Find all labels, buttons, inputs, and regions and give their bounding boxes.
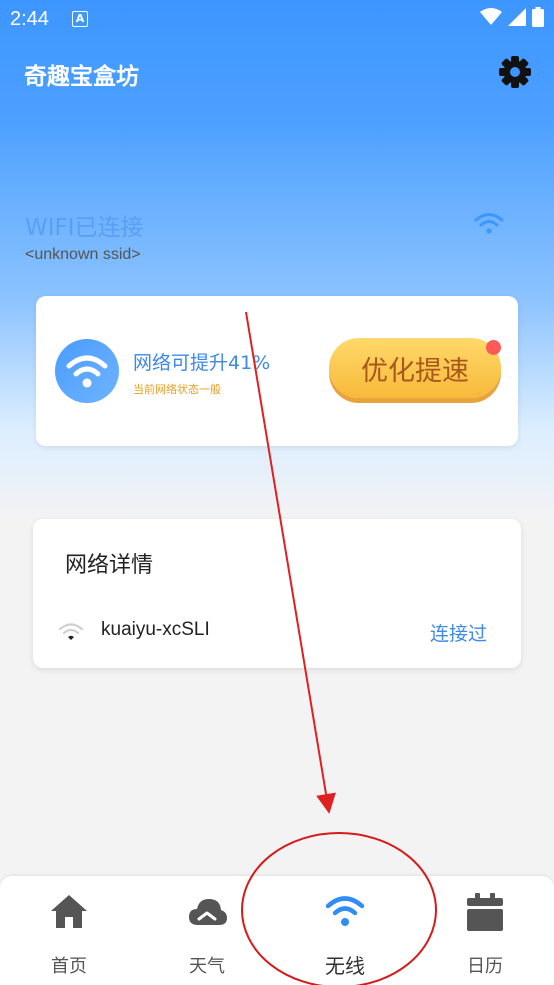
nav-label-wireless: 无线 (325, 954, 365, 978)
nav-label-calendar: 日历 (467, 956, 503, 977)
optimize-speed-button[interactable]: 优化提速 (329, 338, 501, 398)
status-icons (480, 7, 544, 27)
notification-dot (486, 340, 501, 355)
nav-label-home: 首页 (51, 956, 87, 977)
nav-label-weather: 天气 (189, 956, 225, 977)
network-details-title: 网络详情 (65, 553, 154, 578)
status-time: 2:44 (10, 8, 49, 30)
notification-icon: A (72, 11, 88, 27)
wifi-boost-icon (55, 339, 119, 403)
network-list-item[interactable]: kuaiyu-xcSLI 连接过 (33, 607, 521, 655)
battery-icon (532, 7, 544, 27)
wifi-signal-icon (480, 8, 502, 25)
wifi-ssid-text: <unknown ssid> (25, 246, 141, 263)
nav-item-wireless[interactable]: 无线 (276, 876, 414, 985)
calendar-icon (467, 893, 503, 931)
network-status-link[interactable]: 连接过 (430, 619, 487, 646)
network-details-card: 网络详情 kuaiyu-xcSLI 连接过 (33, 519, 521, 668)
wifi-icon (474, 213, 504, 234)
cloud-icon (189, 899, 227, 925)
network-state-text: 当前网络状态一般 (133, 383, 221, 396)
status-bar: 2:44 A (0, 0, 554, 38)
wifi-icon (325, 896, 365, 926)
nav-item-calendar[interactable]: 日历 (416, 876, 554, 985)
network-name: kuaiyu-xcSLI (101, 619, 210, 640)
network-boost-card: 网络可提升41% 当前网络状态一般 优化提速 (36, 296, 518, 446)
wifi-status-text: WIFI已连接 (25, 215, 144, 241)
nav-item-home[interactable]: 首页 (0, 876, 138, 985)
boost-percent-text: 网络可提升41% (133, 352, 271, 374)
home-icon (51, 895, 87, 928)
bottom-navigation: 首页 天气 无线 日历 (0, 876, 554, 985)
wifi-weak-icon (59, 623, 83, 640)
app-title: 奇趣宝盒坊 (24, 64, 139, 90)
cell-signal-icon (508, 8, 526, 26)
nav-item-weather[interactable]: 天气 (138, 876, 276, 985)
gear-icon[interactable] (497, 54, 533, 90)
